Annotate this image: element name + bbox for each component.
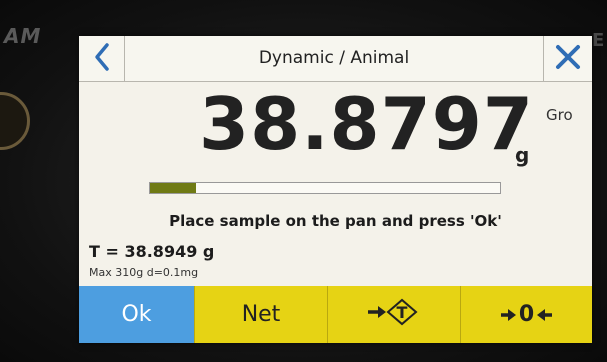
ok-button-label: Ok	[121, 302, 152, 327]
svg-text:T: T	[397, 303, 408, 322]
zero-button-label: 0	[518, 302, 535, 327]
weight-unit: g	[515, 143, 530, 167]
tare-value: T = 38.8949 g	[89, 242, 215, 261]
ok-button[interactable]: Ok	[79, 286, 194, 343]
capacity-specs: Max 310g d=0.1mg	[89, 266, 199, 279]
progress-fill	[150, 183, 196, 193]
zero-icon: 0	[500, 302, 553, 327]
stability-progress-bar	[149, 182, 501, 194]
gross-mode-label: Gro	[546, 106, 573, 124]
tare-button[interactable]: T	[327, 286, 460, 343]
header-bar: Dynamic / Animal	[79, 36, 592, 82]
close-button[interactable]	[543, 36, 592, 81]
tare-icon: T	[366, 297, 422, 333]
function-bar: Ok Net T 0	[79, 286, 592, 343]
bezel-knob	[0, 92, 30, 150]
instruction-prompt: Place sample on the pan and press 'Ok'	[169, 212, 502, 230]
bezel-brand-left: AM	[4, 24, 42, 48]
net-button[interactable]: Net	[194, 286, 327, 343]
zero-button[interactable]: 0	[460, 286, 592, 343]
bezel-brand-right: E	[592, 30, 605, 51]
weight-reading: 38.8797	[199, 82, 534, 166]
close-icon	[555, 44, 581, 74]
touch-screen: Dynamic / Animal 38.8797 Gro g Place sam…	[79, 36, 592, 343]
chevron-left-icon	[93, 42, 111, 76]
back-button[interactable]	[79, 36, 125, 81]
page-title: Dynamic / Animal	[258, 48, 410, 68]
net-button-label: Net	[241, 302, 281, 327]
